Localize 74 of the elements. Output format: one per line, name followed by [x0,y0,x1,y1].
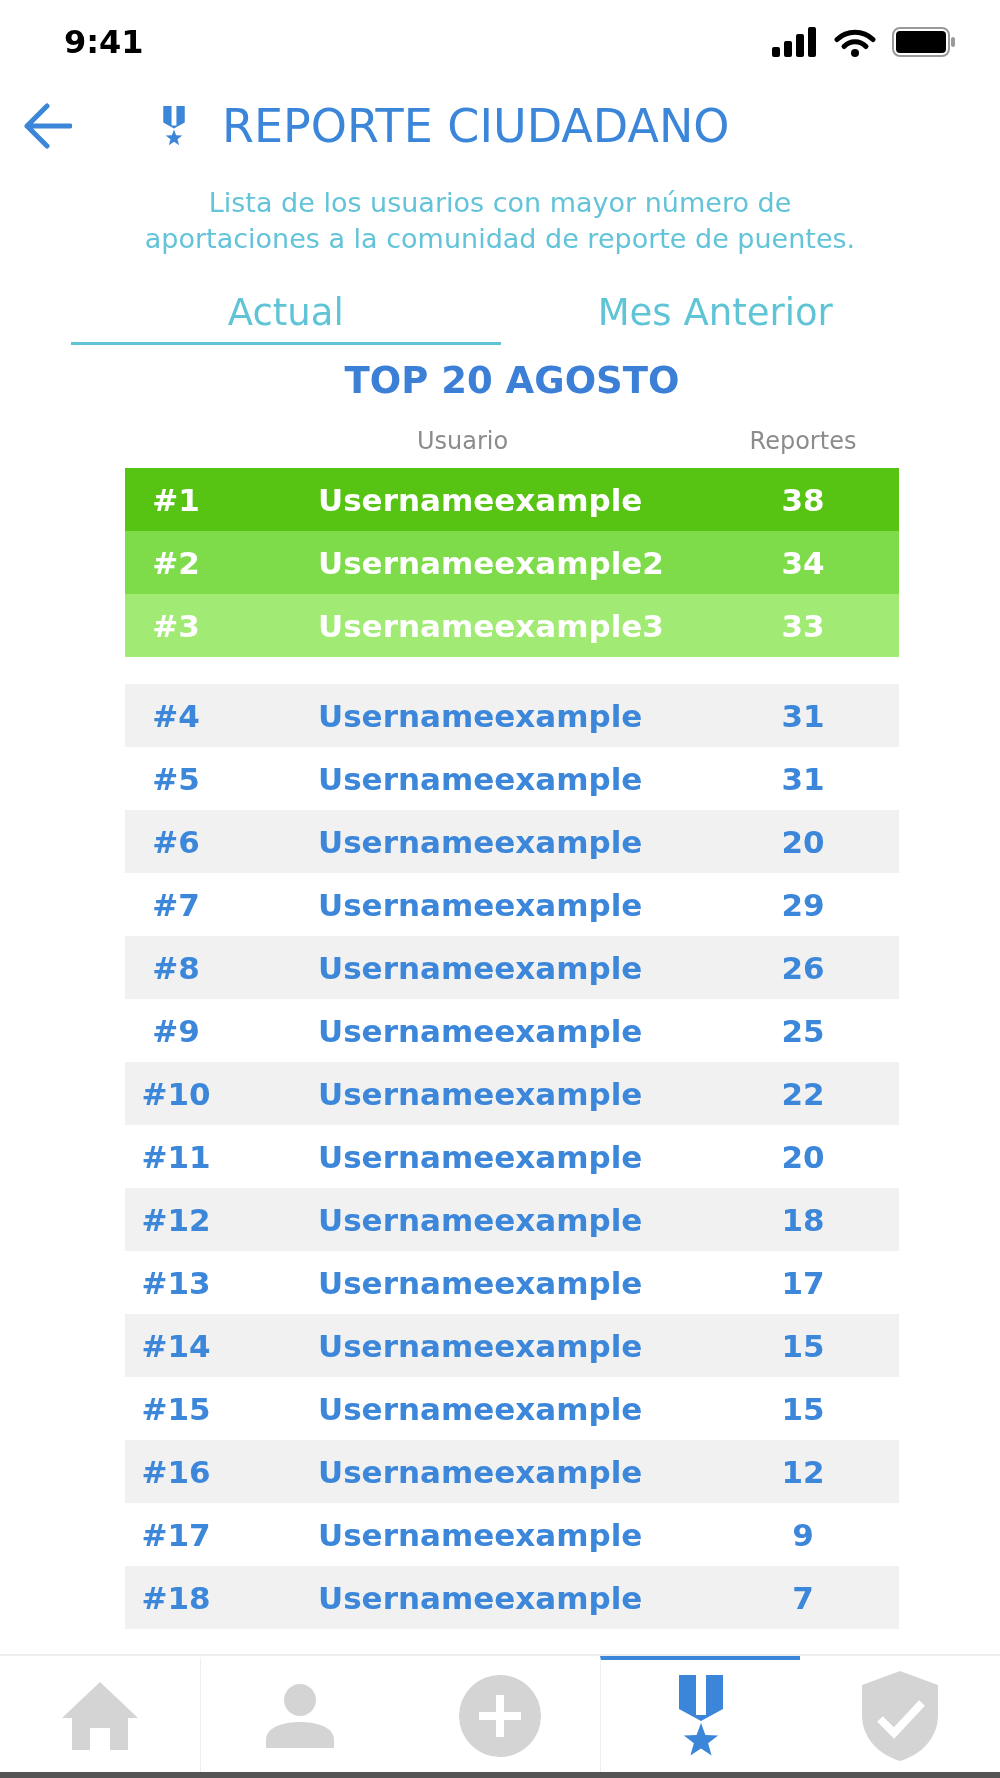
username: Usernameexample3 [318,607,664,644]
report-count: 7 [792,1579,814,1616]
report-count: 26 [781,949,825,986]
plus-circle-icon [459,1675,541,1757]
signal-icon [772,27,818,57]
rank-label: #14 [141,1327,211,1364]
rank-label: #13 [141,1264,211,1301]
rank-label: #16 [141,1453,211,1490]
nav-tab[interactable] [599,1656,801,1772]
report-count: 34 [781,544,825,581]
username: Usernameexample [318,886,643,923]
report-count: 20 [781,1138,825,1175]
username: Usernameexample [318,697,643,734]
rank-label: #4 [152,697,200,734]
username: Usernameexample [318,1390,643,1427]
report-count: 15 [781,1327,825,1364]
report-count: 31 [781,697,825,734]
home-icon [61,1682,138,1750]
username: Usernameexample2 [318,544,664,581]
shield-check-icon [862,1671,939,1761]
report-count: 9 [792,1516,814,1553]
status-time: 9:41 [64,23,144,61]
battery-icon [892,27,956,57]
username: Usernameexample [318,481,643,518]
username: Usernameexample [318,1579,643,1616]
username: Usernameexample [318,1075,643,1112]
username: Usernameexample [318,949,643,986]
rank-label: #12 [141,1201,211,1238]
report-count: 29 [781,886,825,923]
rank-label: #17 [141,1516,211,1553]
rank-label: #8 [152,949,200,986]
report-count: 17 [781,1264,825,1301]
rank-label: #15 [141,1390,211,1427]
rank-label: #3 [152,607,200,644]
report-count: 12 [781,1453,825,1490]
username: Usernameexample [318,760,643,797]
rank-label: #5 [152,760,200,797]
description-text: Lista de los usuarios con mayor número de aportaciones a la comunidad de reporte de puentes. [143,186,857,256]
username: Usernameexample [318,1264,643,1301]
arrow-left-icon [22,102,72,150]
period-tab[interactable]: Actual [71,282,501,345]
report-count: 20 [781,823,825,860]
screen-title: REPORTE CIUDADANO [222,100,730,152]
person-icon [266,1684,335,1748]
username: Usernameexample [318,1516,643,1553]
username: Usernameexample [318,1138,643,1175]
report-count: 38 [781,481,825,518]
leaderboard-title: TOP 20 AGOSTO [343,358,681,404]
report-count: 15 [781,1390,825,1427]
report-count: 31 [781,760,825,797]
rank-label: #10 [141,1075,211,1112]
report-count: 18 [781,1201,825,1238]
wifi-icon [834,27,876,57]
rank-label: #11 [141,1138,211,1175]
medal-icon [163,106,185,146]
rank-label: #2 [152,544,200,581]
report-count: 33 [781,607,825,644]
report-count: 25 [781,1012,825,1049]
rank-label: #6 [152,823,200,860]
rank-label: #1 [152,481,200,518]
rank-label: #7 [152,886,200,923]
username: Usernameexample [318,1201,643,1238]
back-button[interactable] [22,102,72,150]
username: Usernameexample [318,1327,643,1364]
rank-label: #9 [152,1012,200,1049]
username: Usernameexample [318,823,643,860]
report-count: 22 [781,1075,825,1112]
period-tab[interactable]: Mes Anterior [500,282,930,345]
column-header: Usuario [417,427,509,455]
username: Usernameexample [318,1012,643,1049]
column-header: Reportes [749,427,857,455]
rank-label: #18 [141,1579,211,1616]
medal-icon [678,1675,723,1757]
username: Usernameexample [318,1453,643,1490]
